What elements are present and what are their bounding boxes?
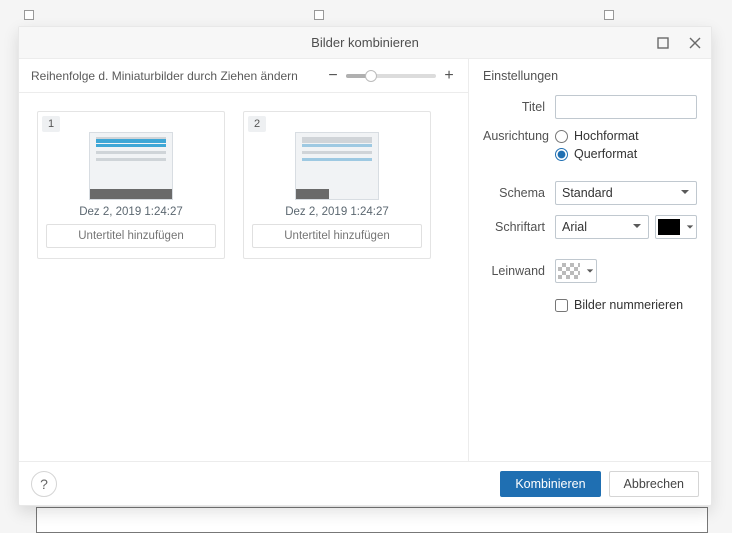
close-button[interactable] [679,27,711,59]
thumbnail-index-badge: 2 [248,116,266,132]
scheme-select[interactable]: Standard [555,181,697,205]
zoom-out-button[interactable]: − [326,68,340,84]
label-font: Schriftart [483,220,555,234]
zoom-slider[interactable] [346,74,436,78]
settings-panel: Einstellungen Titel Ausrichtung Hochform… [469,59,711,461]
font-color-swatch [658,219,680,235]
thumbnail-index-badge: 1 [42,116,60,132]
help-button[interactable]: ? [31,471,57,497]
label-canvas: Leinwand [483,264,555,278]
thumbnail-image[interactable] [295,132,379,200]
thumbnails-panel: Reihenfolge d. Miniaturbilder durch Zieh… [19,59,469,461]
font-value: Arial [562,220,587,234]
canvas-swatch [558,263,580,279]
chevron-down-icon [686,220,694,234]
thumbnails-header: Reihenfolge d. Miniaturbilder durch Zieh… [19,59,468,93]
zoom-control: − + [326,68,456,84]
number-images-checkbox[interactable]: Bilder nummerieren [555,298,683,312]
bg-selection-handle [314,10,324,20]
thumbnail-image[interactable] [89,132,173,200]
dialog-title: Bilder kombinieren [19,35,711,50]
chevron-down-icon [586,264,594,278]
combine-images-dialog: Bilder kombinieren Reihenfolge d. Miniat… [18,26,712,506]
bg-selection-handle [24,10,34,20]
bg-selection-handle [604,10,614,20]
zoom-slider-thumb[interactable] [365,70,377,82]
thumbnail-card[interactable]: 2 Dez 2, 2019 1:24:27 [243,111,431,259]
dialog-footer: ? Kombinieren Abbrechen [19,461,711,505]
combine-button[interactable]: Kombinieren [500,471,600,497]
number-images-label: Bilder nummerieren [574,298,683,312]
maximize-icon [657,37,669,49]
font-color-picker[interactable] [655,215,697,239]
scheme-value: Standard [562,186,613,200]
thumbnails-area[interactable]: 1 Dez 2, 2019 1:24:27 2 Dez 2, 2019 1:24… [19,93,468,461]
label-title: Titel [483,100,555,114]
cancel-button[interactable]: Abbrechen [609,471,699,497]
orientation-landscape-radio[interactable]: Querformat [555,147,639,161]
thumbnail-card[interactable]: 1 Dez 2, 2019 1:24:27 [37,111,225,259]
label-orientation: Ausrichtung [483,129,555,143]
maximize-button[interactable] [647,27,679,59]
caption-input[interactable] [46,224,216,248]
zoom-in-button[interactable]: + [442,68,456,84]
orientation-portrait-radio[interactable]: Hochformat [555,129,639,143]
canvas-color-picker[interactable] [555,259,597,283]
bg-content [36,507,708,533]
orientation-landscape-label: Querformat [574,147,637,161]
close-icon [689,37,701,49]
chevron-down-icon [632,220,642,234]
chevron-down-icon [680,186,690,200]
orientation-portrait-label: Hochformat [574,129,639,143]
font-select[interactable]: Arial [555,215,649,239]
caption-input[interactable] [252,224,422,248]
reorder-hint: Reihenfolge d. Miniaturbilder durch Zieh… [31,69,326,83]
thumbnail-timestamp: Dez 2, 2019 1:24:27 [252,206,422,218]
dialog-titlebar: Bilder kombinieren [19,27,711,59]
title-input[interactable] [555,95,697,119]
label-scheme: Schema [483,186,555,200]
thumbnail-timestamp: Dez 2, 2019 1:24:27 [46,206,216,218]
settings-heading: Einstellungen [483,69,697,83]
help-icon: ? [40,476,48,492]
